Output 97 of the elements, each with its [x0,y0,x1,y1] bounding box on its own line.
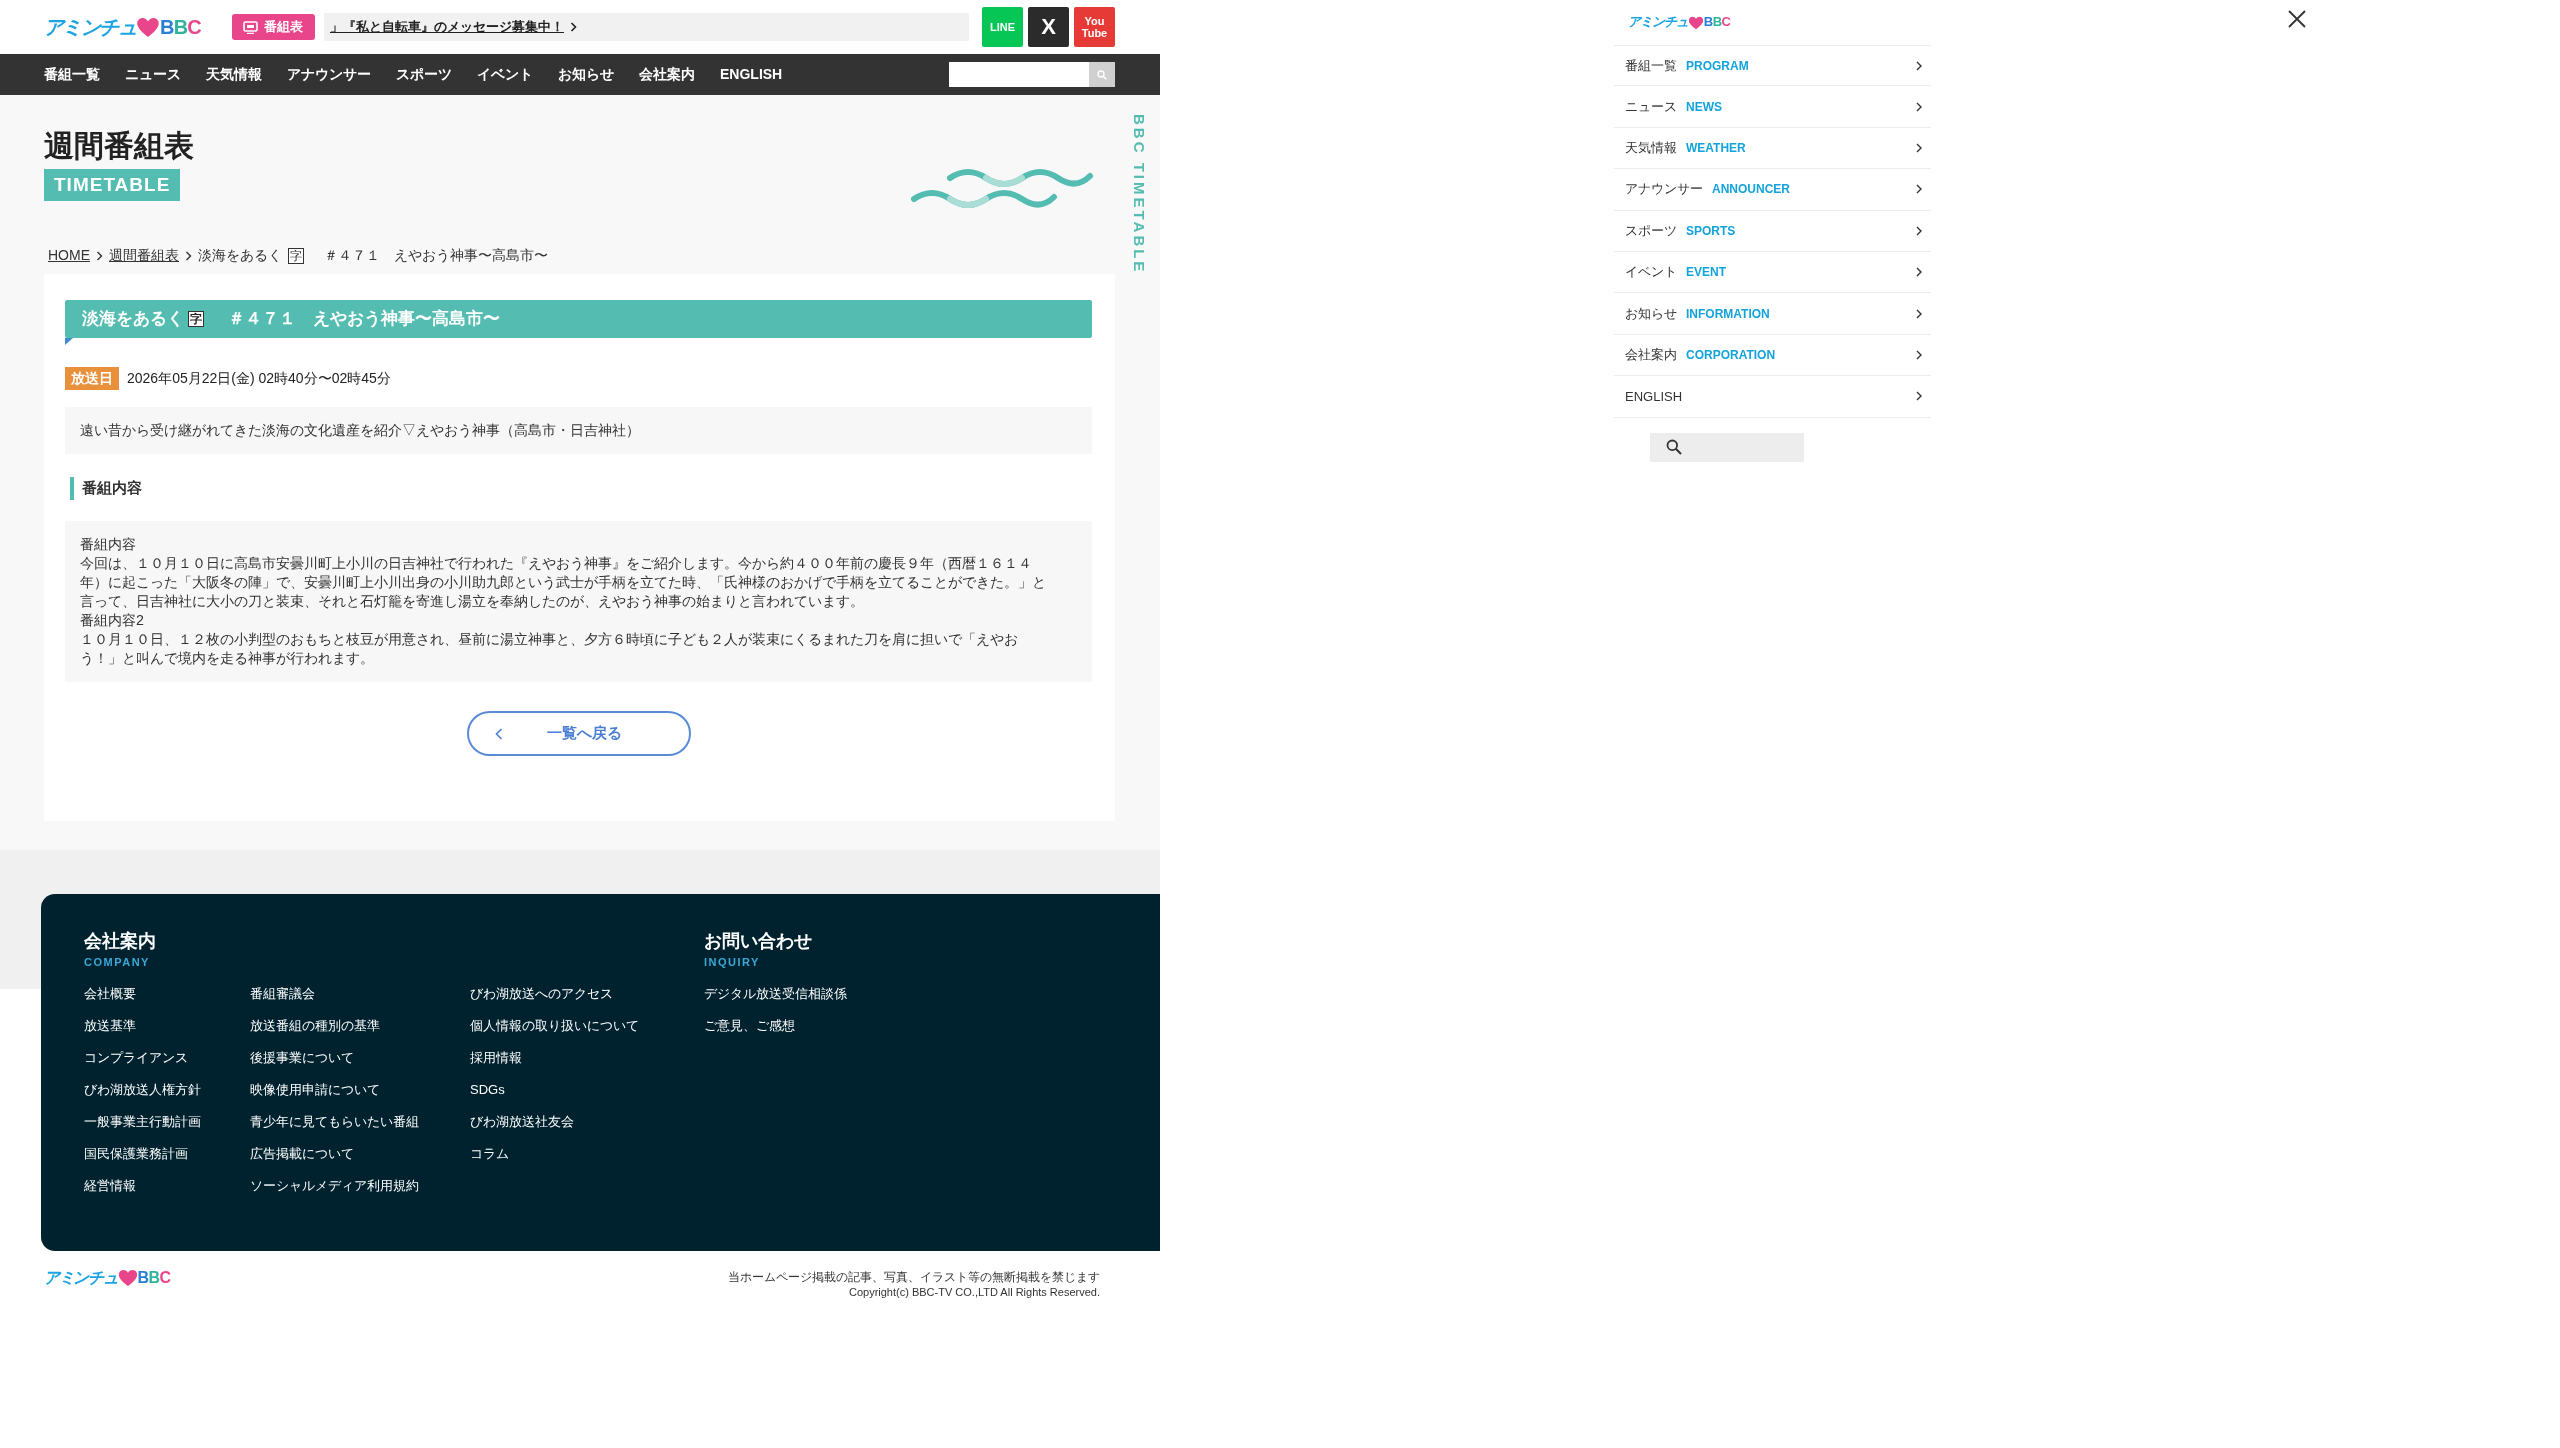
chevron-right-icon [1916,184,1922,195]
footer-link[interactable]: 一般事業主行動計画 [84,1114,201,1130]
nav-item[interactable]: ニュース [125,66,181,83]
nav-item[interactable]: ENGLISH [720,66,783,83]
chevron-left-icon [494,727,503,740]
footer-link[interactable]: 国民保護業務計画 [84,1146,188,1162]
content-text: 今回は、１０月１０日に高島市安曇川町上小川の日吉神社で行われた『えやおう神事』をご紹介します。今から約４００年前の慶長９年（西暦１６１４年）に起こった「大阪冬の陣」で、安曇川町上小川出身の小川助九郎という武士が手柄を立てた時、「氏神様のおかげで手柄を立てることができた。」と言って、日吉神社に大小の刀と装束、それと石灯籠を寄進し湯立を奉納したのが、えやおう神事の始まりと言われています。 [80,554,1047,611]
breadcrumb-link[interactable]: 週間番組表 [109,247,179,264]
timetable-badge: TIMETABLE [44,169,181,201]
footer-link[interactable]: 個人情報の取り扱いについて [470,1018,639,1034]
search-field[interactable] [949,62,1089,87]
menu-item[interactable]: ニュース NEWS [1614,86,1931,128]
nav-item[interactable]: スポーツ [396,66,452,83]
heart-icon [1687,15,1704,30]
chevron-right-icon [96,250,103,261]
program-summary: 遠い昔から受け継がれてきた淡海の文化遺産を紹介▽えやおう神事（高島市・日吉神社） [65,407,1092,454]
nav-item[interactable]: お知らせ [558,66,614,83]
search-field[interactable] [1650,432,1804,462]
footer-link[interactable]: 経営情報 [84,1178,136,1194]
chevron-right-icon [185,250,192,261]
x-button[interactable]: X [1028,7,1069,47]
air-date-badge: 放送日 [65,367,119,390]
nav-item[interactable]: アナウンサー [287,66,371,83]
back-button[interactable]: 一覧へ戻る [466,711,691,756]
caption-mark: 字 [288,247,304,264]
menu-item[interactable]: スポーツ SPORTS [1614,210,1931,252]
footer-link[interactable]: コラム [470,1146,509,1162]
youtube-button[interactable]: You Tube [1074,7,1115,47]
footer-link[interactable]: 放送番組の種別の基準 [250,1018,380,1034]
footer-link[interactable]: 放送基準 [84,1018,136,1034]
nav-item[interactable]: イベント [477,66,533,83]
footer-link[interactable]: びわ湖放送人権方針 [84,1082,201,1098]
footer-link[interactable]: 広告掲載について [250,1146,354,1162]
footer-link[interactable]: 会社概要 [84,986,136,1002]
breadcrumb-episode: ＃４７１ えやおう神事〜高島市〜 [324,247,548,264]
footer-link[interactable]: びわ湖放送へのアクセス [470,986,613,1002]
logo-letters[interactable]: BBC [160,15,201,39]
footer-title: 会社案内 [84,930,157,952]
logo-letters[interactable]: BBC [1703,15,1731,30]
caption-mark: 字 [188,311,204,327]
breadcrumb-program: 淡海をあるく [198,247,282,264]
side-label: BBC TIMETABLE [1130,114,1148,275]
footer-subtitle: INQUIRY [704,956,761,969]
chevron-right-icon [1916,60,1922,71]
section-title: 番組内容 [70,477,1092,500]
menu-item[interactable]: 会社案内 CORPORATION [1614,334,1931,377]
menu-item[interactable]: 番組一覧 PROGRAM [1614,45,1931,87]
page-title: 週間番組表 [44,128,194,164]
ticker-link[interactable]: 」『私と自転車』のメッセージ募集中！ [330,19,564,35]
notice-text: 当ホームページ掲載の記事、写真、イラスト等の無断掲載を禁じます [728,1269,1100,1285]
timetable-button[interactable]: 番組表 [232,14,315,40]
menu-item[interactable]: イベント EVENT [1614,251,1931,294]
footer-link[interactable]: 採用情報 [470,1050,522,1066]
episode-title: ＃４７１ えやおう神事〜高島市〜 [228,309,500,329]
nav-item[interactable]: 天気情報 [206,66,262,83]
tv-icon [243,20,259,34]
ribbon-fold-icon [65,338,73,345]
logo-letters[interactable]: BBC [137,1269,171,1288]
program-name: 淡海をあるく [82,309,184,329]
menu-item[interactable]: アナウンサー ANNOUNCER [1614,169,1931,211]
heart-icon [136,16,160,38]
footer-link[interactable]: SDGs [470,1082,505,1098]
footer-link[interactable]: デジタル放送受信相談係 [704,986,847,1002]
close-icon[interactable] [2288,10,2306,28]
content-text: 番組内容2 [80,611,145,630]
search-icon [1666,439,1682,455]
menu-item[interactable]: ENGLISH [1614,376,1931,418]
breadcrumb-link[interactable]: HOME [48,247,90,264]
menu-item[interactable]: お知らせ INFORMATION [1614,293,1931,335]
content-text: １０月１０日、１２枚の小判型のおもちと枝豆が用意され、昼前に湯立神事と、夕方６時頃に子ども２人が装束にくるまれた刀を肩に担いで「えやおう！」と叫んで境内を走る神事が行われます。 [80,630,1019,668]
chevron-right-icon [1916,308,1922,319]
copyright-text: Copyright(c) BBC-TV CO.,LTD All Rights Reserved. [848,1285,1100,1300]
search-icon [1097,69,1107,80]
nav-item[interactable]: 番組一覧 [44,66,100,83]
chevron-right-icon [1916,225,1922,236]
footer-title: お問い合わせ [704,930,813,952]
menu-item[interactable]: 天気情報 WEATHER [1614,127,1931,170]
chevron-right-icon [1916,142,1922,153]
footer-link[interactable]: コンプライアンス [84,1050,188,1066]
footer-link[interactable]: 後援事業について [250,1050,354,1066]
footer-link[interactable]: ソーシャルメディア利用規約 [250,1178,419,1194]
footer-link[interactable]: びわ湖放送社友会 [470,1114,574,1130]
content-text: 番組内容 [80,535,137,554]
chevron-right-icon [570,22,577,32]
air-time: 2026年05月22日(金) 02時40分〜02時45分 [127,370,391,387]
chevron-right-icon [1916,349,1922,360]
chevron-right-icon [1916,101,1922,112]
footer-subtitle: COMPANY [84,956,151,969]
heart-icon [117,1269,138,1288]
footer-link[interactable]: 映像使用申請について [250,1082,380,1098]
search-button[interactable] [1089,62,1115,87]
chevron-right-icon [1916,391,1922,402]
chevron-right-icon [1916,267,1922,278]
footer-link[interactable]: 番組審議会 [250,986,315,1002]
footer-link[interactable]: 青少年に見てもらいたい番組 [250,1114,419,1130]
nav-item[interactable]: 会社案内 [639,66,695,83]
footer-link[interactable]: ご意見、ご感想 [704,1018,795,1034]
